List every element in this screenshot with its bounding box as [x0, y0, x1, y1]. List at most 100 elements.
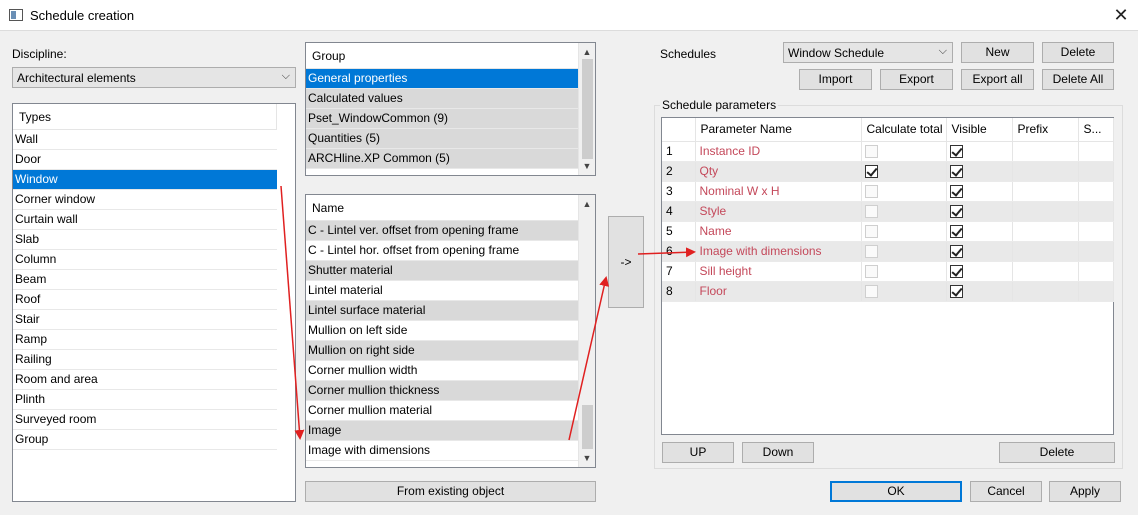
- name-item[interactable]: C - Lintel ver. offset from opening fram…: [306, 221, 578, 241]
- prefix-cell[interactable]: [1012, 181, 1079, 202]
- s-cell[interactable]: [1078, 181, 1114, 202]
- types-list[interactable]: Types Wall Door Window Corner window Curtain…: [12, 103, 296, 502]
- parameter-row[interactable]: 7 Sill height: [662, 261, 1114, 282]
- checkbox-icon[interactable]: [949, 285, 963, 299]
- type-item[interactable]: Column: [13, 250, 277, 270]
- checkbox-icon[interactable]: [949, 265, 963, 279]
- type-item[interactable]: Door: [13, 150, 277, 170]
- name-item[interactable]: Lintel material: [306, 281, 578, 301]
- column-header[interactable]: S...: [1078, 118, 1114, 142]
- prefix-cell[interactable]: [1012, 141, 1079, 162]
- s-cell[interactable]: [1078, 221, 1114, 242]
- type-item[interactable]: Plinth: [13, 390, 277, 410]
- checkbox-icon[interactable]: [949, 145, 963, 159]
- checkbox-icon[interactable]: [949, 225, 963, 239]
- name-item[interactable]: Shutter material: [306, 261, 578, 281]
- prefix-cell[interactable]: [1012, 241, 1079, 262]
- parameter-row[interactable]: 8 Floor: [662, 281, 1114, 302]
- apply-button[interactable]: Apply: [1049, 481, 1121, 502]
- close-icon[interactable]: ✕: [1108, 2, 1134, 28]
- checkbox-icon[interactable]: [864, 165, 878, 179]
- parameter-row[interactable]: 3 Nominal W x H: [662, 181, 1114, 202]
- prefix-cell[interactable]: [1012, 281, 1079, 302]
- move-down-button[interactable]: Down: [742, 442, 814, 463]
- cancel-button[interactable]: Cancel: [970, 481, 1042, 502]
- scroll-up-icon[interactable]: ▲: [579, 45, 595, 59]
- s-cell[interactable]: [1078, 281, 1114, 302]
- s-cell[interactable]: [1078, 141, 1114, 162]
- name-item[interactable]: Image with dimensions: [306, 441, 578, 461]
- column-header[interactable]: Parameter Name: [695, 118, 862, 142]
- parameter-row[interactable]: 6 Image with dimensions: [662, 241, 1114, 262]
- add-parameter-button[interactable]: ->: [608, 216, 644, 308]
- group-item[interactable]: General properties: [306, 69, 578, 89]
- prefix-cell[interactable]: [1012, 221, 1079, 242]
- type-item[interactable]: Railing: [13, 350, 277, 370]
- s-cell[interactable]: [1078, 201, 1114, 222]
- column-header[interactable]: Prefix: [1012, 118, 1079, 142]
- parameter-row[interactable]: 1 Instance ID: [662, 141, 1114, 162]
- discipline-select[interactable]: Architectural elements ⌵: [12, 67, 296, 88]
- checkbox-icon[interactable]: [949, 245, 963, 259]
- group-list[interactable]: Group General properties Calculated value…: [305, 42, 596, 176]
- scroll-thumb[interactable]: [582, 59, 593, 159]
- name-item[interactable]: Mullion on right side: [306, 341, 578, 361]
- s-cell[interactable]: [1078, 161, 1114, 182]
- type-item[interactable]: Corner window: [13, 190, 277, 210]
- type-item[interactable]: Group: [13, 430, 277, 450]
- column-header[interactable]: Calculate total: [861, 118, 947, 142]
- checkbox-icon[interactable]: [949, 205, 963, 219]
- move-up-button[interactable]: UP: [662, 442, 734, 463]
- name-item[interactable]: Corner mullion material: [306, 401, 578, 421]
- group-item[interactable]: Calculated values: [306, 89, 578, 109]
- name-scrollbar[interactable]: ▲ ▼: [578, 195, 595, 467]
- name-item[interactable]: Corner mullion thickness: [306, 381, 578, 401]
- scroll-down-icon[interactable]: ▼: [579, 159, 595, 173]
- scroll-thumb[interactable]: [582, 405, 593, 449]
- type-item[interactable]: Beam: [13, 270, 277, 290]
- from-existing-object-button[interactable]: From existing object: [305, 481, 596, 502]
- type-item[interactable]: Stair: [13, 310, 277, 330]
- name-list[interactable]: Name C - Lintel ver. offset from opening…: [305, 194, 596, 468]
- column-header[interactable]: Visible: [946, 118, 1013, 142]
- name-item[interactable]: C - Lintel hor. offset from opening fram…: [306, 241, 578, 261]
- export-button[interactable]: Export: [880, 69, 953, 90]
- type-item[interactable]: Room and area: [13, 370, 277, 390]
- parameter-row[interactable]: 5 Name: [662, 221, 1114, 242]
- parameters-grid[interactable]: Parameter Name Calculate total Visible P…: [661, 117, 1114, 435]
- group-item[interactable]: ARCHline.XP Common (5): [306, 149, 578, 169]
- group-item[interactable]: Pset_WindowCommon (9): [306, 109, 578, 129]
- new-schedule-button[interactable]: New: [961, 42, 1034, 63]
- scroll-down-icon[interactable]: ▼: [579, 451, 595, 465]
- name-item[interactable]: Corner mullion width: [306, 361, 578, 381]
- type-item[interactable]: Wall: [13, 130, 277, 150]
- name-item[interactable]: Lintel surface material: [306, 301, 578, 321]
- group-item[interactable]: Quantities (5): [306, 129, 578, 149]
- name-item[interactable]: Mullion on left side: [306, 321, 578, 341]
- parameter-row[interactable]: 4 Style: [662, 201, 1114, 222]
- s-cell[interactable]: [1078, 241, 1114, 262]
- s-cell[interactable]: [1078, 261, 1114, 282]
- prefix-cell[interactable]: [1012, 161, 1079, 182]
- name-item[interactable]: Image: [306, 421, 578, 441]
- delete-parameter-button[interactable]: Delete: [999, 442, 1115, 463]
- prefix-cell[interactable]: [1012, 261, 1079, 282]
- type-item[interactable]: Curtain wall: [13, 210, 277, 230]
- group-scrollbar[interactable]: ▲ ▼: [578, 43, 595, 175]
- scroll-up-icon[interactable]: ▲: [579, 197, 595, 211]
- prefix-cell[interactable]: [1012, 201, 1079, 222]
- type-item[interactable]: Roof: [13, 290, 277, 310]
- delete-all-button[interactable]: Delete All: [1042, 69, 1114, 90]
- schedule-select[interactable]: Window Schedule ⌵: [783, 42, 953, 63]
- import-button[interactable]: Import: [799, 69, 872, 90]
- type-item[interactable]: Slab: [13, 230, 277, 250]
- type-item[interactable]: Ramp: [13, 330, 277, 350]
- type-item[interactable]: Window: [13, 170, 277, 190]
- export-all-button[interactable]: Export all: [961, 69, 1034, 90]
- parameter-row[interactable]: 2 Qty: [662, 161, 1114, 182]
- delete-schedule-button[interactable]: Delete: [1042, 42, 1114, 63]
- checkbox-icon[interactable]: [949, 185, 963, 199]
- type-item[interactable]: Surveyed room: [13, 410, 277, 430]
- ok-button[interactable]: OK: [830, 481, 962, 502]
- checkbox-icon[interactable]: [949, 165, 963, 179]
